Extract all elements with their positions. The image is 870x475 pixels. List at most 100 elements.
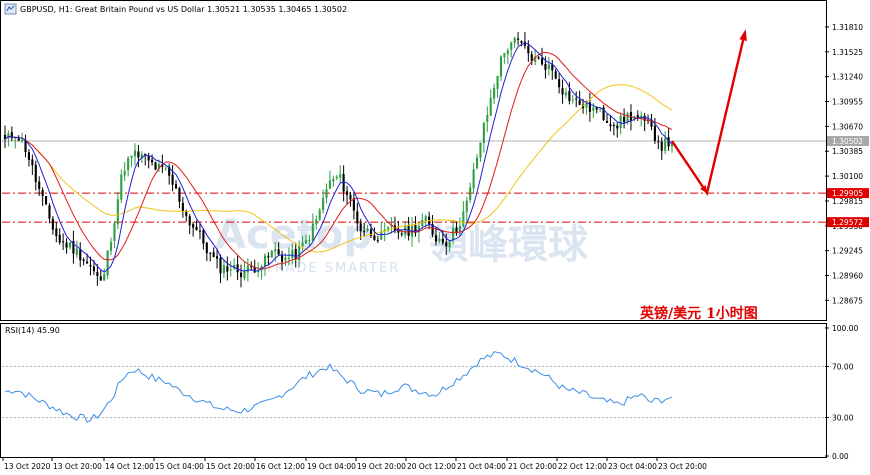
candle-body bbox=[68, 242, 72, 248]
price-tick-label: 1.31525 bbox=[832, 48, 863, 57]
candle-body bbox=[229, 269, 232, 271]
candle-body bbox=[246, 265, 249, 273]
candle-body bbox=[192, 224, 195, 228]
candle-body bbox=[575, 98, 578, 100]
time-tick-label: 15 Oct 20:00 bbox=[206, 462, 255, 471]
candle-body bbox=[558, 79, 561, 88]
candle-body bbox=[311, 223, 314, 241]
candle-body bbox=[544, 63, 547, 70]
candle-body bbox=[151, 159, 154, 163]
time-tick-label: 23 Oct 04:00 bbox=[608, 462, 657, 471]
candle-body bbox=[469, 187, 472, 201]
candle-body bbox=[366, 228, 369, 231]
candle-body bbox=[441, 238, 444, 243]
candle-body bbox=[181, 202, 184, 212]
candle-body bbox=[281, 255, 284, 262]
level-badge-label: 1.29905 bbox=[832, 189, 863, 198]
candle-body bbox=[127, 158, 130, 171]
candle-body bbox=[44, 196, 48, 205]
time-tick-label: 15 Oct 04:00 bbox=[155, 462, 204, 471]
time-tick-label: 19 Oct 20:00 bbox=[357, 462, 406, 471]
candle-body bbox=[308, 240, 311, 242]
candle-body bbox=[120, 174, 123, 200]
candle-body bbox=[164, 167, 167, 169]
candle-body bbox=[445, 242, 448, 247]
candle-body bbox=[96, 272, 99, 276]
candle-body bbox=[537, 57, 540, 59]
candle-body bbox=[253, 267, 256, 273]
time-tick-label: 13 Oct 2020 bbox=[4, 462, 51, 471]
candle-body bbox=[267, 256, 270, 258]
candle-body bbox=[113, 223, 116, 242]
candle-body bbox=[424, 216, 427, 222]
candle-body bbox=[564, 92, 568, 96]
time-tick-label: 19 Oct 04:00 bbox=[307, 462, 356, 471]
candle-body bbox=[294, 248, 297, 260]
price-tick-label: 1.28675 bbox=[832, 296, 863, 305]
candle-body bbox=[335, 176, 338, 179]
candle-body bbox=[626, 113, 629, 123]
candle-body bbox=[448, 241, 451, 248]
candle-body bbox=[147, 155, 150, 161]
time-tick-label: 13 Oct 20:00 bbox=[53, 462, 102, 471]
candle-body bbox=[517, 38, 520, 40]
current-price-badge-label: 1.30502 bbox=[832, 137, 863, 146]
candle-body bbox=[171, 174, 174, 185]
candle-body bbox=[209, 252, 212, 254]
candle-body bbox=[222, 265, 225, 274]
candle-body bbox=[79, 249, 82, 261]
candle-body bbox=[27, 152, 31, 160]
candle-body bbox=[499, 56, 503, 77]
chart-canvas[interactable]: Acetop 領峰環球 TRADE SMARTER GBPUSD, H1: Gr… bbox=[0, 0, 870, 475]
candle-body bbox=[301, 242, 304, 247]
candle-body bbox=[475, 157, 479, 169]
candle-body bbox=[198, 230, 202, 232]
candle-body bbox=[496, 76, 499, 89]
candle-body bbox=[482, 122, 485, 143]
candle-body bbox=[527, 45, 530, 54]
candle-body bbox=[216, 256, 219, 259]
candle-body bbox=[41, 189, 44, 196]
candle-body bbox=[58, 234, 61, 243]
candle-body bbox=[48, 205, 51, 219]
rsi-tick-label: 100.00 bbox=[832, 324, 858, 333]
price-axis: 1.31810 1.31525 1.31240 1.30955 1.30670 1.303… bbox=[825, 23, 863, 305]
rsi-tick-label: 30.00 bbox=[832, 414, 854, 423]
candle-body bbox=[670, 144, 674, 147]
candle-body bbox=[489, 98, 492, 116]
candle-body bbox=[479, 142, 482, 158]
candle-body bbox=[592, 107, 595, 111]
candle-body bbox=[332, 179, 335, 182]
candle-body bbox=[465, 200, 468, 212]
candle-body bbox=[65, 242, 68, 248]
candle-body bbox=[89, 264, 92, 267]
candle-body bbox=[318, 210, 321, 220]
candle-body bbox=[287, 257, 290, 259]
candle-body bbox=[21, 139, 24, 142]
candle-body bbox=[123, 170, 126, 176]
candle-body bbox=[612, 125, 615, 127]
candle-body bbox=[219, 257, 222, 274]
candle-body bbox=[284, 257, 287, 261]
candle-body bbox=[359, 223, 362, 232]
candle-body bbox=[315, 219, 318, 225]
price-tick-label: 1.29815 bbox=[832, 197, 863, 206]
candle-body bbox=[373, 235, 376, 240]
rsi-tick-label: 0.00 bbox=[832, 452, 849, 461]
candle-body bbox=[34, 164, 37, 182]
candle-body bbox=[17, 138, 20, 141]
candle-body bbox=[486, 115, 489, 122]
candle-body bbox=[578, 100, 581, 105]
price-tick-label: 1.30100 bbox=[832, 172, 863, 181]
candle-body bbox=[513, 37, 516, 44]
candle-body bbox=[212, 252, 215, 258]
candle-body bbox=[51, 218, 54, 230]
candle-body bbox=[174, 184, 178, 189]
window-header: GBPUSD, H1: Great Britain Pound vs US Do… bbox=[4, 3, 347, 15]
candle-body bbox=[342, 174, 345, 192]
candle-body bbox=[137, 151, 140, 158]
candle-body bbox=[55, 228, 58, 237]
candle-body bbox=[92, 266, 95, 272]
candle-body bbox=[554, 71, 557, 79]
candle-body bbox=[547, 64, 550, 70]
